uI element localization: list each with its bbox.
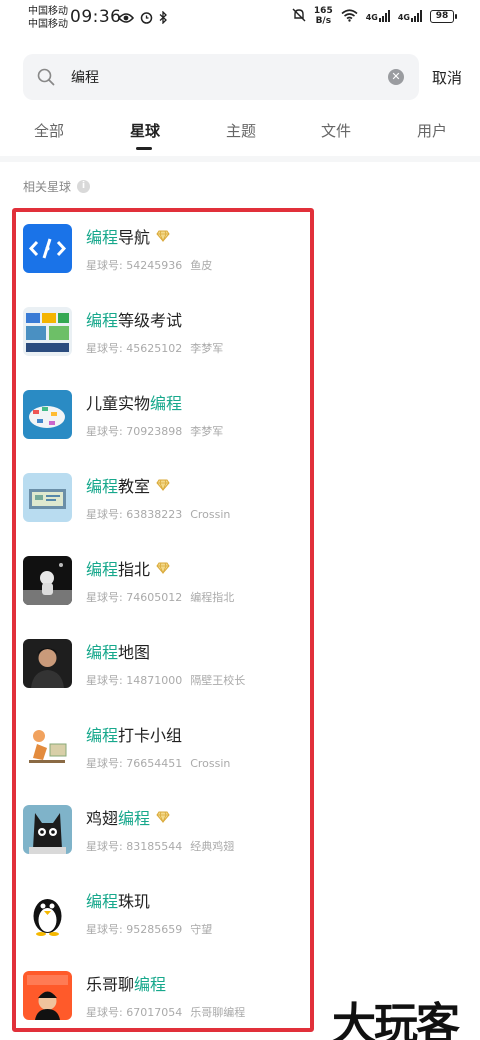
clear-icon[interactable]: ✕ bbox=[388, 69, 404, 85]
network-speed-value: 165 bbox=[313, 6, 333, 16]
signal-1: 4G bbox=[366, 10, 390, 22]
mute-icon bbox=[292, 7, 306, 26]
eye-icon bbox=[117, 9, 135, 28]
tab-file[interactable]: 文件 bbox=[321, 120, 351, 141]
signal-bars-icon bbox=[411, 10, 422, 22]
alarm-icon bbox=[140, 9, 153, 28]
wifi-icon bbox=[341, 7, 358, 26]
signal-bars-icon bbox=[378, 10, 390, 22]
cancel-button[interactable]: 取消 bbox=[432, 67, 462, 88]
search-bar[interactable]: 编程 ✕ bbox=[23, 54, 419, 100]
highlight-box bbox=[12, 208, 314, 1032]
signal-2: 4G bbox=[398, 10, 422, 22]
status-time: 09:36 bbox=[70, 7, 122, 27]
battery-icon: 98 bbox=[430, 9, 457, 23]
tab-planet[interactable]: 星球 bbox=[130, 120, 160, 141]
search-icon bbox=[37, 68, 55, 90]
signal-1-label: 4G bbox=[365, 13, 378, 22]
section-header: 相关星球 i bbox=[23, 178, 91, 195]
watermark: 大玩客 bbox=[332, 999, 460, 1040]
network-speed: 165 B/s bbox=[314, 6, 333, 26]
search-input[interactable]: 编程 bbox=[71, 67, 99, 87]
carrier-names: 中国移动 中国移动 bbox=[28, 5, 68, 31]
divider bbox=[0, 156, 480, 162]
bluetooth-icon bbox=[159, 9, 168, 28]
section-title: 相关星球 bbox=[23, 180, 72, 194]
carrier-1: 中国移动 bbox=[28, 6, 68, 17]
signal-2-label: 4G bbox=[397, 13, 410, 22]
carrier-2: 中国移动 bbox=[28, 19, 68, 30]
active-tab-indicator bbox=[136, 147, 152, 150]
tab-bar: 全部 星球 主题 文件 用户 bbox=[0, 118, 480, 158]
status-bar: 中国移动 中国移动 09:36 165 B/s 4G 4G 98 bbox=[0, 0, 480, 36]
tab-user[interactable]: 用户 bbox=[417, 120, 447, 141]
info-icon[interactable]: i bbox=[77, 180, 91, 193]
tab-topic[interactable]: 主题 bbox=[226, 120, 256, 141]
network-speed-unit: B/s bbox=[315, 16, 332, 26]
tab-all[interactable]: 全部 bbox=[34, 120, 64, 141]
